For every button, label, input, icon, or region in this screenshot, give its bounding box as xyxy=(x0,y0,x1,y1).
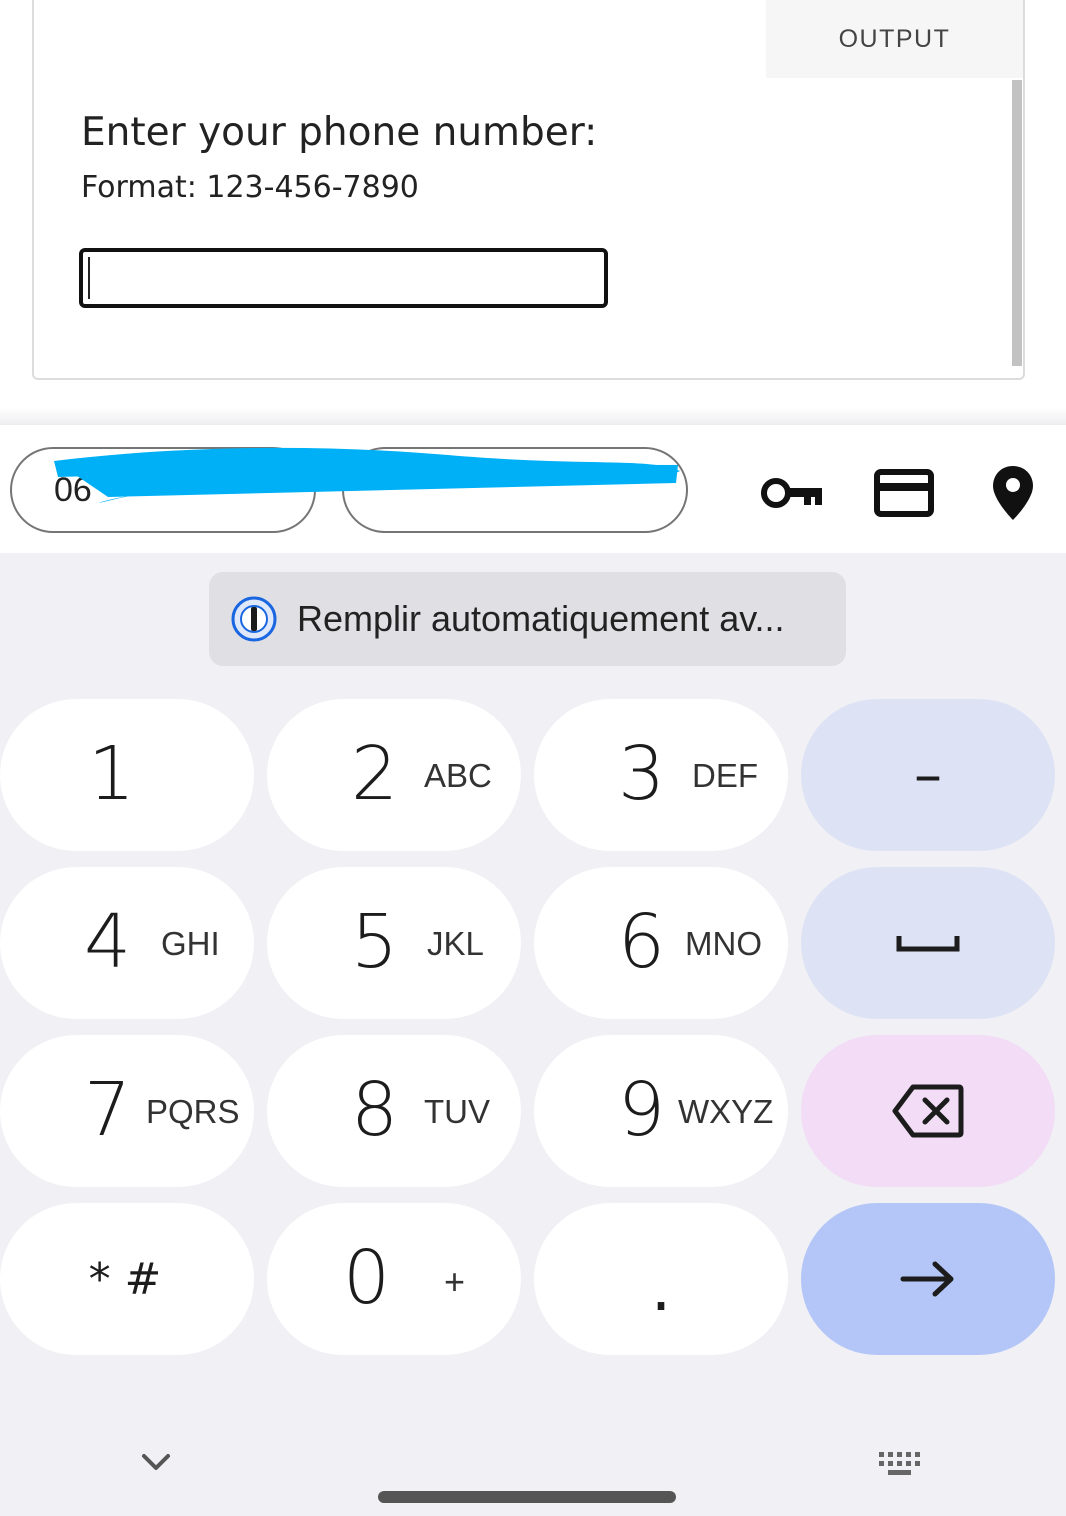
key-0[interactable]: 0 + xyxy=(267,1203,521,1355)
redaction-scribble xyxy=(54,447,680,503)
key-letters: TUV xyxy=(424,1093,490,1130)
key-letters: ABC xyxy=(424,757,492,794)
keyboard-suggestion-bar: 06 xyxy=(0,425,1066,553)
key-letters: GHI xyxy=(161,925,220,962)
key-digit: 6 xyxy=(618,899,666,985)
period-key[interactable]: . xyxy=(534,1203,788,1355)
key-9[interactable]: 9 WXYZ xyxy=(534,1035,788,1187)
key-5[interactable]: 5 JKL xyxy=(267,867,521,1019)
backspace-key[interactable] xyxy=(801,1035,1055,1187)
key-1[interactable]: 1 xyxy=(0,699,254,851)
scrollbar[interactable] xyxy=(1012,80,1022,366)
key-letters: PQRS xyxy=(146,1093,240,1130)
format-hint-label: Format: 123-456-7890 xyxy=(81,170,419,205)
symbols-key[interactable]: * # xyxy=(0,1203,254,1355)
key-digit: 5 xyxy=(351,899,399,985)
output-tab[interactable]: OUTPUT xyxy=(766,0,1023,78)
key-4[interactable]: 4 GHI xyxy=(0,867,254,1019)
password-manager-icon xyxy=(231,596,277,642)
period-label: . xyxy=(650,1252,672,1326)
autofill-suggestion[interactable]: Remplir automatiquement av... xyxy=(209,572,846,666)
autofill-label: Remplir automatiquement av... xyxy=(297,598,785,639)
key-3[interactable]: 3 DEF xyxy=(534,699,788,851)
key-6[interactable]: 6 MNO xyxy=(534,867,788,1019)
backspace-icon xyxy=(892,1084,964,1138)
key-digit: 1 xyxy=(88,731,136,817)
key-8[interactable]: 8 TUV xyxy=(267,1035,521,1187)
phone-input[interactable] xyxy=(79,248,608,308)
key-digit: 9 xyxy=(618,1067,666,1153)
key-digit: 2 xyxy=(351,731,399,817)
numeric-keyboard: Remplir automatiquement av... 1 2 ABC 3 … xyxy=(0,553,1066,1516)
enter-key[interactable] xyxy=(801,1203,1055,1355)
key-2[interactable]: 2 ABC xyxy=(267,699,521,851)
dash-symbol: – xyxy=(914,742,942,808)
keyboard-divider xyxy=(0,408,1066,426)
chevron-down-icon[interactable] xyxy=(136,1446,176,1476)
key-plus: + xyxy=(444,1261,466,1302)
key-digit: 0 xyxy=(343,1235,391,1321)
arrow-right-icon xyxy=(900,1261,954,1297)
key-letters: WXYZ xyxy=(678,1093,774,1130)
location-pin-icon[interactable] xyxy=(981,463,1045,523)
output-panel: OUTPUT Enter your phone number: Format: … xyxy=(32,0,1025,380)
keyboard-switch-icon[interactable] xyxy=(876,1449,924,1483)
gesture-navigation-pill[interactable] xyxy=(378,1491,676,1503)
key-letters: MNO xyxy=(685,925,762,962)
space-key[interactable] xyxy=(801,867,1055,1019)
key-digit: 4 xyxy=(84,899,132,985)
text-caret xyxy=(88,257,90,299)
dash-key[interactable]: – xyxy=(801,699,1055,851)
credit-card-icon[interactable] xyxy=(872,463,936,523)
symbols-label: * # xyxy=(88,1253,162,1305)
phone-prompt-label: Enter your phone number: xyxy=(81,110,598,155)
key-digit: 3 xyxy=(618,731,666,817)
key-7[interactable]: 7 PQRS xyxy=(0,1035,254,1187)
key-digit: 8 xyxy=(351,1067,399,1153)
space-icon xyxy=(896,936,960,952)
key-letters: DEF xyxy=(692,757,758,794)
key-icon[interactable] xyxy=(760,463,824,523)
key-digit: 7 xyxy=(84,1067,132,1153)
key-letters: JKL xyxy=(427,925,484,962)
